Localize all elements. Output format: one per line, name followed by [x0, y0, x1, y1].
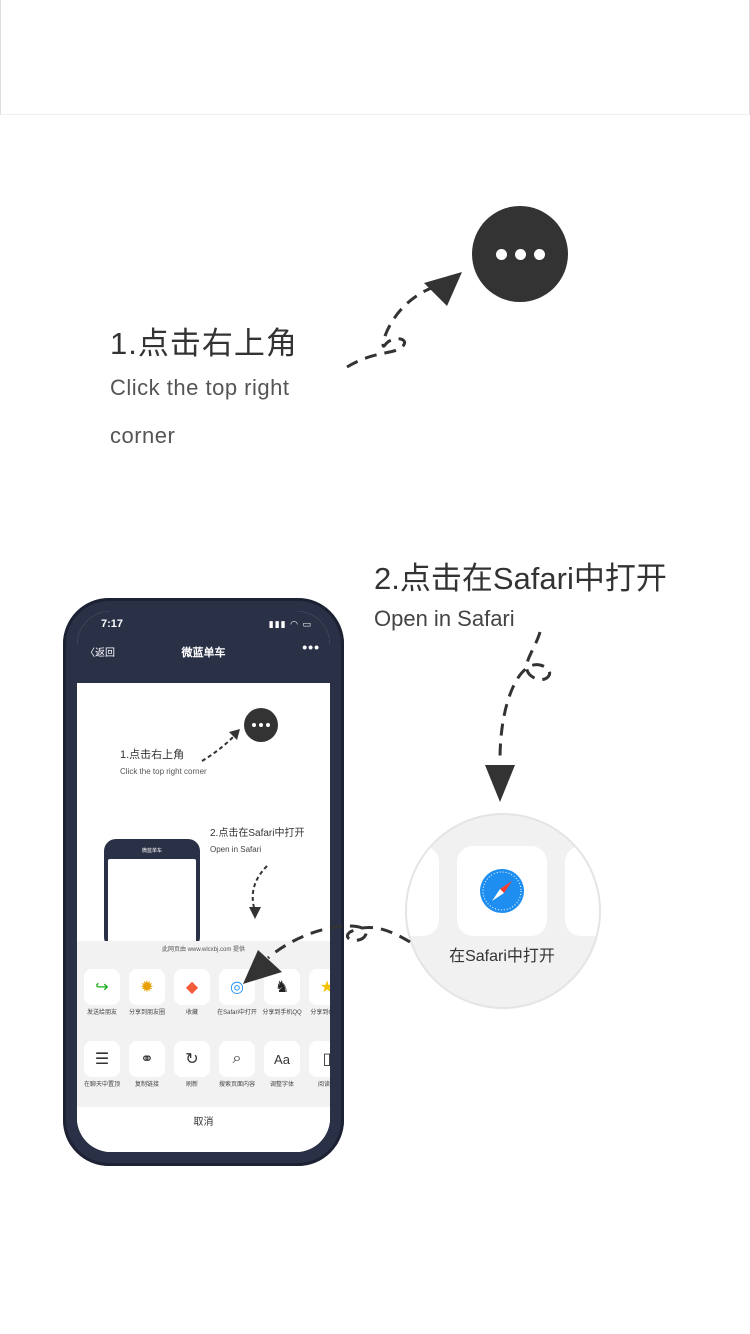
guide-arrows — [243, 272, 552, 984]
